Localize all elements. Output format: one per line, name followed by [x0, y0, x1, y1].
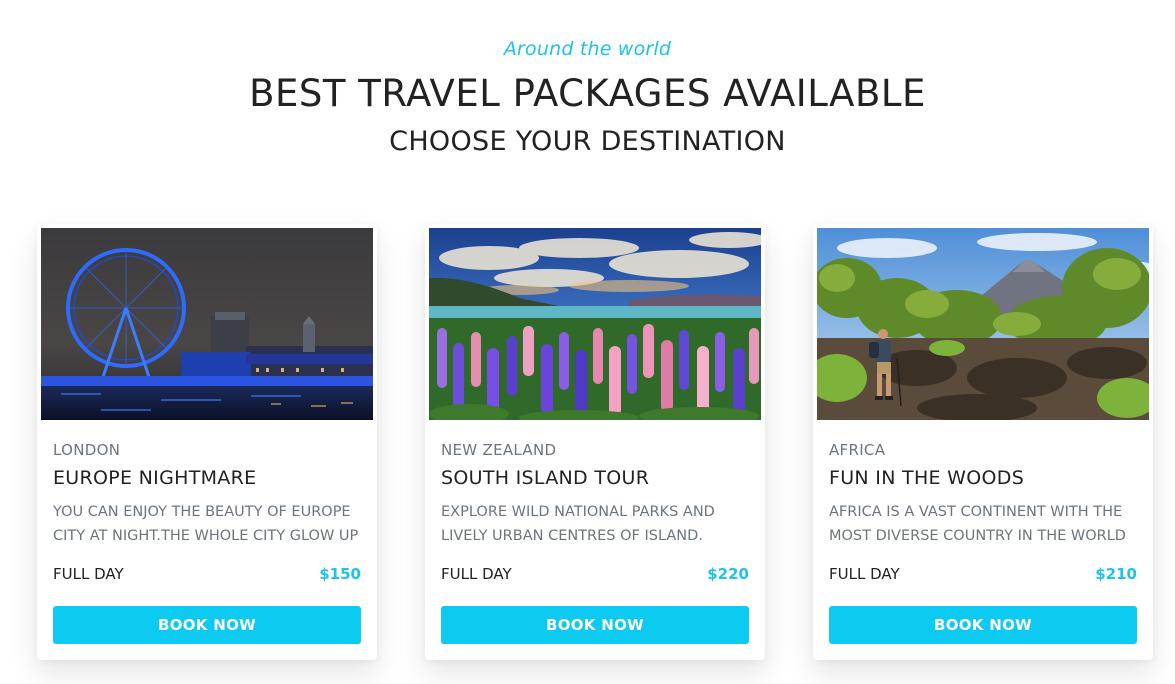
book-now-button[interactable]: BOOK NOW [53, 606, 361, 644]
package-duration: FULL DAY [829, 565, 900, 583]
package-duration: FULL DAY [53, 565, 124, 583]
package-title: EUROPE NIGHTMARE [53, 467, 257, 489]
package-title: FUN IN THE WOODS [829, 467, 1025, 489]
package-card-new-zealand: NEW ZEALAND SOUTH ISLAND TOUR EXPLORE WI… [425, 224, 765, 660]
book-now-button[interactable]: BOOK NOW [829, 606, 1137, 644]
package-description: EXPLORE WILD NATIONAL PARKS AND LIVELY U… [441, 504, 715, 544]
package-duration: FULL DAY [441, 565, 512, 583]
package-price: $150 [319, 565, 361, 583]
package-title: SOUTH ISLAND TOUR [441, 467, 650, 489]
package-price: $210 [1095, 565, 1137, 583]
section-title: BEST TRAVEL PACKAGES AVAILABLE [249, 72, 926, 115]
package-region: LONDON [53, 441, 121, 459]
package-card-london: LONDON EUROPE NIGHTMARE YOU CAN ENJOY TH… [37, 224, 377, 660]
volcano-hiker-photo [817, 228, 1149, 420]
section-tagline: Around the world [503, 38, 672, 60]
package-card-africa: AFRICA FUN IN THE WOODS AFRICA IS A VAST… [813, 224, 1153, 660]
package-description: YOU CAN ENJOY THE BEAUTY OF EUROPE CITY … [53, 504, 359, 544]
package-region: NEW ZEALAND [441, 441, 557, 459]
package-description: AFRICA IS A VAST CONTINENT WITH THE MOST… [829, 504, 1126, 544]
section-subtitle: CHOOSE YOUR DESTINATION [389, 126, 786, 157]
lupin-lake-photo [429, 228, 761, 420]
london-eye-night-photo [41, 228, 373, 420]
book-now-button[interactable]: BOOK NOW [441, 606, 749, 644]
package-price: $220 [707, 565, 749, 583]
package-region: AFRICA [829, 441, 886, 459]
